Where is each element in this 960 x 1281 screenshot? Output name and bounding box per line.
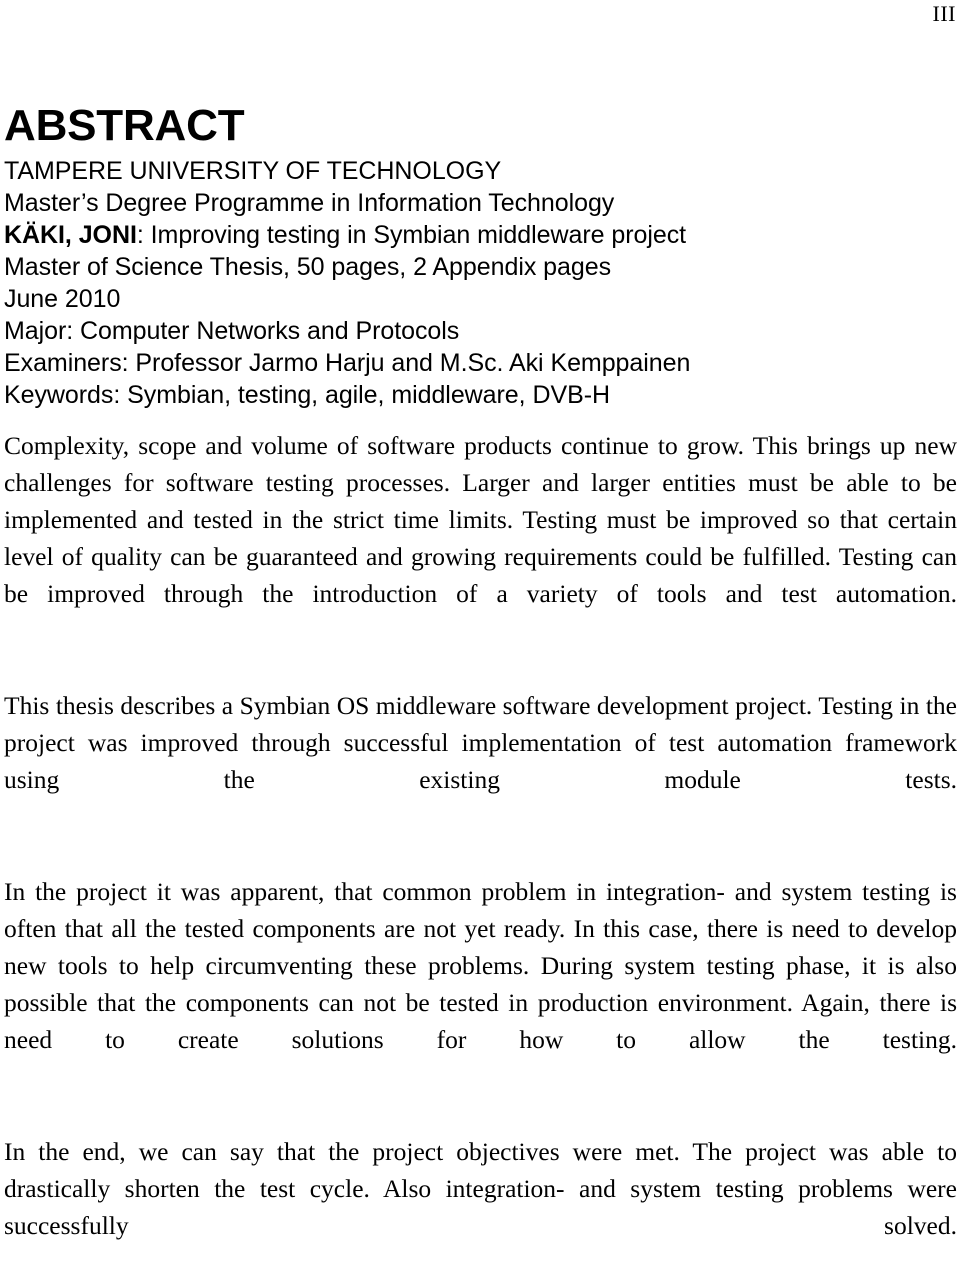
- metadata-text: Examiners: Professor Jarmo Harju and M.S…: [4, 349, 691, 377]
- body-paragraph: In the end, we can say that the project …: [4, 1137, 957, 1240]
- metadata-text: Keywords: Symbian, testing, agile, middl…: [4, 381, 610, 409]
- abstract-body: Complexity, scope and volume of software…: [4, 427, 957, 1281]
- metadata-line: Master of Science Thesis, 50 pages, 2 Ap…: [4, 251, 956, 283]
- body-paragraph: This thesis describes a Symbian OS middl…: [4, 691, 957, 794]
- metadata-text: June 2010: [4, 285, 121, 313]
- metadata-line: June 2010: [4, 283, 956, 315]
- metadata-text: : Improving testing in Symbian middlewar…: [136, 221, 687, 249]
- thesis-metadata-block: TAMPERE UNIVERSITY OF TECHNOLOGY Master’…: [4, 155, 956, 411]
- metadata-line: Master’s Degree Programme in Information…: [4, 187, 956, 219]
- metadata-bold-prefix: KÄKI, JONI: [4, 221, 137, 249]
- body-paragraph: Complexity, scope and volume of software…: [4, 431, 957, 608]
- metadata-text: Master of Science Thesis, 50 pages, 2 Ap…: [4, 253, 612, 281]
- page-number: III: [932, 1, 956, 26]
- metadata-text: Master’s Degree Programme in Information…: [4, 189, 615, 217]
- metadata-line: KÄKI, JONI: Improving testing in Symbian…: [4, 219, 956, 251]
- metadata-text: TAMPERE UNIVERSITY OF TECHNOLOGY: [4, 157, 502, 185]
- page-title: ABSTRACT: [4, 101, 245, 151]
- body-paragraph: In the project it was apparent, that com…: [4, 877, 957, 1054]
- metadata-line: Major: Computer Networks and Protocols: [4, 315, 956, 347]
- document-page: III ABSTRACT TAMPERE UNIVERSITY OF TECHN…: [0, 0, 960, 1240]
- metadata-text: Major: Computer Networks and Protocols: [4, 317, 460, 345]
- metadata-line: Examiners: Professor Jarmo Harju and M.S…: [4, 347, 956, 379]
- metadata-line: TAMPERE UNIVERSITY OF TECHNOLOGY: [4, 155, 956, 187]
- metadata-line: Keywords: Symbian, testing, agile, middl…: [4, 379, 956, 411]
